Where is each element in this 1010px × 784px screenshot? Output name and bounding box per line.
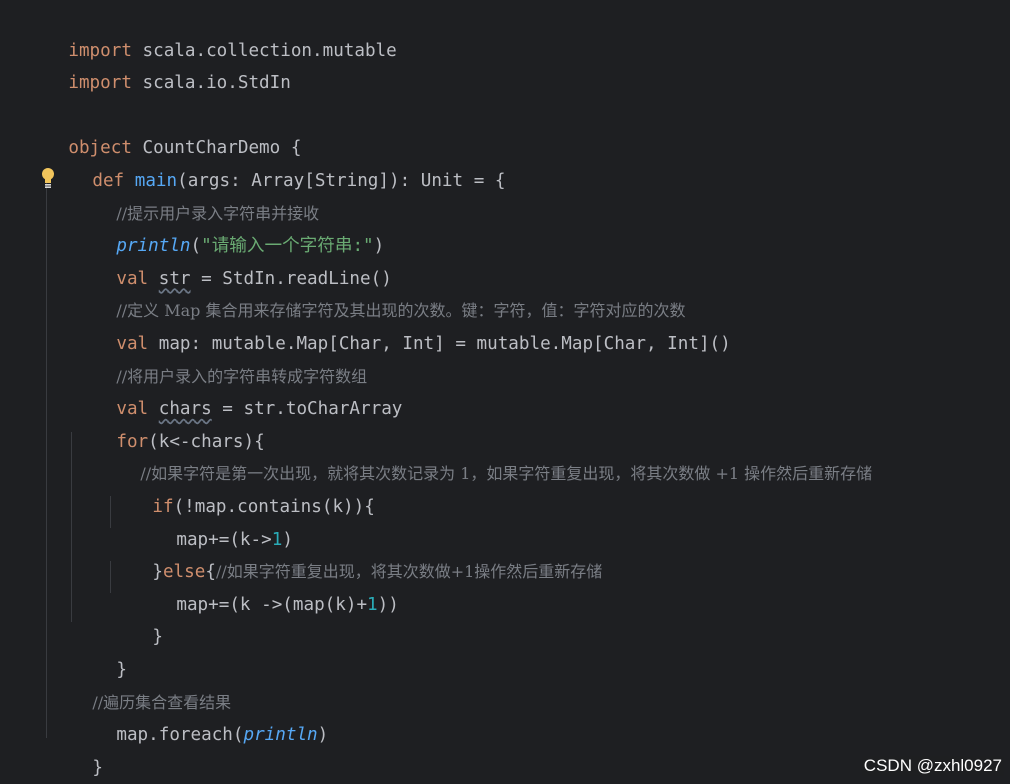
indent-guide	[46, 168, 47, 738]
code-line: map+=(k ->(map(k)+1))	[176, 594, 399, 615]
code-line: //将用户录入的字符串转成字符数组	[116, 366, 368, 386]
code-line: //定义 Map 集合用来存储字符及其出现的次数。键：字符，值：字符对应的次数	[116, 301, 686, 321]
code-line: }else{//如果字符重复出现，将其次数做+1操作然后重新存储	[152, 562, 603, 583]
code-line: }	[26, 752, 79, 784]
watermark: CSDN @zxhl0927	[861, 756, 1004, 776]
code-line: //提示用户录入字符串并接收	[116, 203, 320, 223]
code-line: val str = StdIn.readLine()	[116, 268, 392, 289]
code-editor[interactable]: import scala.collection.mutable import s…	[0, 0, 1010, 784]
code-line: println("请输入一个字符串:")	[116, 236, 385, 257]
code-line: val map: mutable.Map[Char, Int] = mutabl…	[116, 333, 731, 354]
indent-guide	[46, 690, 47, 722]
code-line: object CountCharDemo {	[68, 138, 302, 159]
code-line: }	[92, 757, 103, 778]
code-line: map.foreach(println)	[116, 725, 329, 746]
code-line: map+=(k->1)	[176, 529, 293, 550]
code-line: for(k<-chars){	[116, 431, 265, 452]
indent-guide	[71, 432, 72, 622]
code-line: import scala.io.StdIn	[68, 73, 291, 94]
code-line: import scala.collection.mutable	[68, 40, 397, 61]
code-line: val chars = str.toCharArray	[116, 399, 403, 420]
code-line: //遍历集合查看结果	[92, 692, 232, 712]
code-line: if(!map.contains(k)){	[152, 496, 375, 517]
code-line: //如果字符是第一次出现，就将其次数记录为 1，如果字符重复出现，将其次数做 +…	[140, 464, 873, 484]
code-line: def main(args: Array[String]): Unit = {	[92, 170, 506, 191]
code-line: }	[152, 627, 163, 648]
code-line: }	[116, 659, 127, 680]
